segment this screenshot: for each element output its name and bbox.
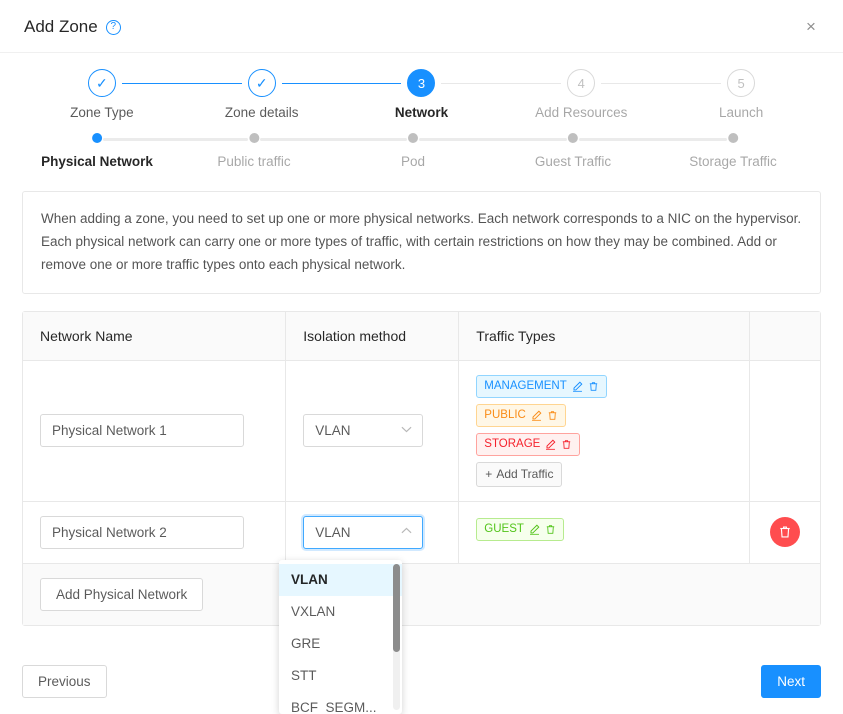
edit-pencil-icon[interactable] xyxy=(572,381,583,392)
dropdown-scrollbar-thumb[interactable] xyxy=(393,564,400,652)
plus-icon: + xyxy=(485,467,492,481)
step-connector-line xyxy=(282,83,402,84)
isolation-method-value: VLAN xyxy=(315,423,350,438)
delete-network-button[interactable] xyxy=(770,517,800,547)
wizard-step-label: Network xyxy=(395,105,448,120)
substep-dot xyxy=(249,133,259,143)
step-number: 3 xyxy=(407,69,435,97)
traffic-type-tag: STORAGE xyxy=(476,433,580,456)
wizard-step-label: Add Resources xyxy=(535,105,627,120)
trash-icon[interactable] xyxy=(561,439,572,450)
isolation-method-select[interactable]: VLAN xyxy=(303,516,423,549)
cell-network-name xyxy=(23,501,286,563)
network-name-input[interactable] xyxy=(40,414,244,447)
info-box: When adding a zone, you need to set up o… xyxy=(22,191,821,294)
cell-actions xyxy=(750,501,820,563)
isolation-method-select[interactable]: VLAN xyxy=(303,414,423,447)
step-number: 4 xyxy=(567,69,595,97)
substep-label: Pod xyxy=(401,154,425,169)
add-traffic-label: Add Traffic xyxy=(496,467,553,481)
question-circle-icon[interactable]: ? xyxy=(106,20,121,35)
isolation-method-dropdown[interactable]: VLANVXLANGRESTTBCF_SEGM... xyxy=(279,560,402,714)
next-button[interactable]: Next xyxy=(761,665,821,698)
traffic-type-tag: MANAGEMENT xyxy=(476,375,606,398)
close-icon[interactable]: × xyxy=(799,15,823,39)
add-physical-network-button[interactable]: Add Physical Network xyxy=(40,578,203,611)
substep-label: Guest Traffic xyxy=(535,154,611,169)
column-header-traffic-types: Traffic Types xyxy=(459,312,750,361)
cell-network-name xyxy=(23,360,286,501)
step-number: 5 xyxy=(727,69,755,97)
trash-icon[interactable] xyxy=(588,381,599,392)
traffic-type-label: GUEST xyxy=(484,523,524,535)
wizard-steps: ✓ Zone Type ✓ Zone details 3 Network 4 Add Reso… xyxy=(0,53,843,131)
trash-icon[interactable] xyxy=(547,410,558,421)
cell-isolation-method: VLAN xyxy=(286,360,459,501)
column-header-actions xyxy=(750,312,820,361)
substep-label: Public traffic xyxy=(217,154,290,169)
step-check-icon: ✓ xyxy=(88,69,116,97)
traffic-type-label: STORAGE xyxy=(484,438,540,450)
traffic-type-tag: PUBLIC xyxy=(476,404,566,427)
substep-connector-line xyxy=(419,138,567,141)
cell-isolation-method: VLAN xyxy=(286,501,459,563)
cell-traffic-types: GUEST xyxy=(459,501,750,563)
previous-button[interactable]: Previous xyxy=(22,665,107,698)
traffic-type-label: PUBLIC xyxy=(484,409,526,421)
cell-actions xyxy=(750,360,820,501)
substep-dot xyxy=(408,133,418,143)
table-header-row: Network Name Isolation method Traffic Ty… xyxy=(23,312,820,361)
dropdown-option[interactable]: STT xyxy=(279,660,402,692)
table-row: VLAN GUEST xyxy=(23,501,820,563)
edit-pencil-icon[interactable] xyxy=(545,439,556,450)
chevron-up-icon xyxy=(401,527,412,538)
dropdown-scrollbar-track[interactable] xyxy=(393,564,400,710)
add-zone-modal: Add Zone ? × ✓ Zone Type ✓ Zone details 3 Net… xyxy=(0,0,843,714)
substep-label: Storage Traffic xyxy=(689,154,777,169)
add-traffic-button[interactable]: + Add Traffic xyxy=(476,462,562,487)
dropdown-option[interactable]: VLAN xyxy=(279,564,402,596)
wizard-step-label: Zone details xyxy=(225,105,299,120)
wizard-step-3[interactable]: 4 Add Resources xyxy=(501,69,661,131)
wizard-step-label: Zone Type xyxy=(70,105,134,120)
dropdown-option[interactable]: BCF_SEGM... xyxy=(279,692,402,714)
page-title: Add Zone xyxy=(24,18,98,35)
substep-connector-line xyxy=(579,138,727,141)
physical-networks-table: Network Name Isolation method Traffic Ty… xyxy=(22,311,821,626)
trash-icon[interactable] xyxy=(545,524,556,535)
wizard-step-4[interactable]: 5 Launch xyxy=(661,69,821,131)
substep-dot xyxy=(92,133,102,143)
table-row: VLAN MANAGEMENT PUBLIC STORAGE + Add Traffic xyxy=(23,360,820,501)
chevron-down-icon xyxy=(401,425,412,436)
traffic-type-tag: GUEST xyxy=(476,518,564,541)
network-name-input[interactable] xyxy=(40,516,244,549)
step-connector-line xyxy=(441,83,561,84)
step-check-icon: ✓ xyxy=(248,69,276,97)
dropdown-option[interactable]: VXLAN xyxy=(279,596,402,628)
modal-footer: Previous Next xyxy=(0,648,843,714)
substep-dot xyxy=(728,133,738,143)
wizard-step-0[interactable]: ✓ Zone Type xyxy=(22,69,182,131)
substep-dot xyxy=(568,133,578,143)
modal-header: Add Zone ? × xyxy=(0,0,843,53)
column-header-isolation-method: Isolation method xyxy=(286,312,459,361)
wizard-step-label: Launch xyxy=(719,105,763,120)
step-connector-line xyxy=(601,83,721,84)
cell-traffic-types: MANAGEMENT PUBLIC STORAGE + Add Traffic xyxy=(459,360,750,501)
column-header-network-name: Network Name xyxy=(23,312,286,361)
substep-list: Physical Network Public traffic Pod Guest T… xyxy=(22,133,821,183)
wizard-step-1[interactable]: ✓ Zone details xyxy=(182,69,342,131)
step-list: ✓ Zone Type ✓ Zone details 3 Network 4 Add Reso… xyxy=(22,69,821,131)
table-footer: Add Physical Network xyxy=(23,564,820,625)
substep-connector-line xyxy=(103,138,248,141)
substep-label: Physical Network xyxy=(41,154,153,169)
step-connector-line xyxy=(122,83,242,84)
substep-connector-line xyxy=(260,138,407,141)
edit-pencil-icon[interactable] xyxy=(531,410,542,421)
isolation-method-value: VLAN xyxy=(315,525,350,540)
dropdown-option[interactable]: GRE xyxy=(279,628,402,660)
wizard-step-2[interactable]: 3 Network xyxy=(342,69,502,131)
edit-pencil-icon[interactable] xyxy=(529,524,540,535)
traffic-type-label: MANAGEMENT xyxy=(484,380,566,392)
